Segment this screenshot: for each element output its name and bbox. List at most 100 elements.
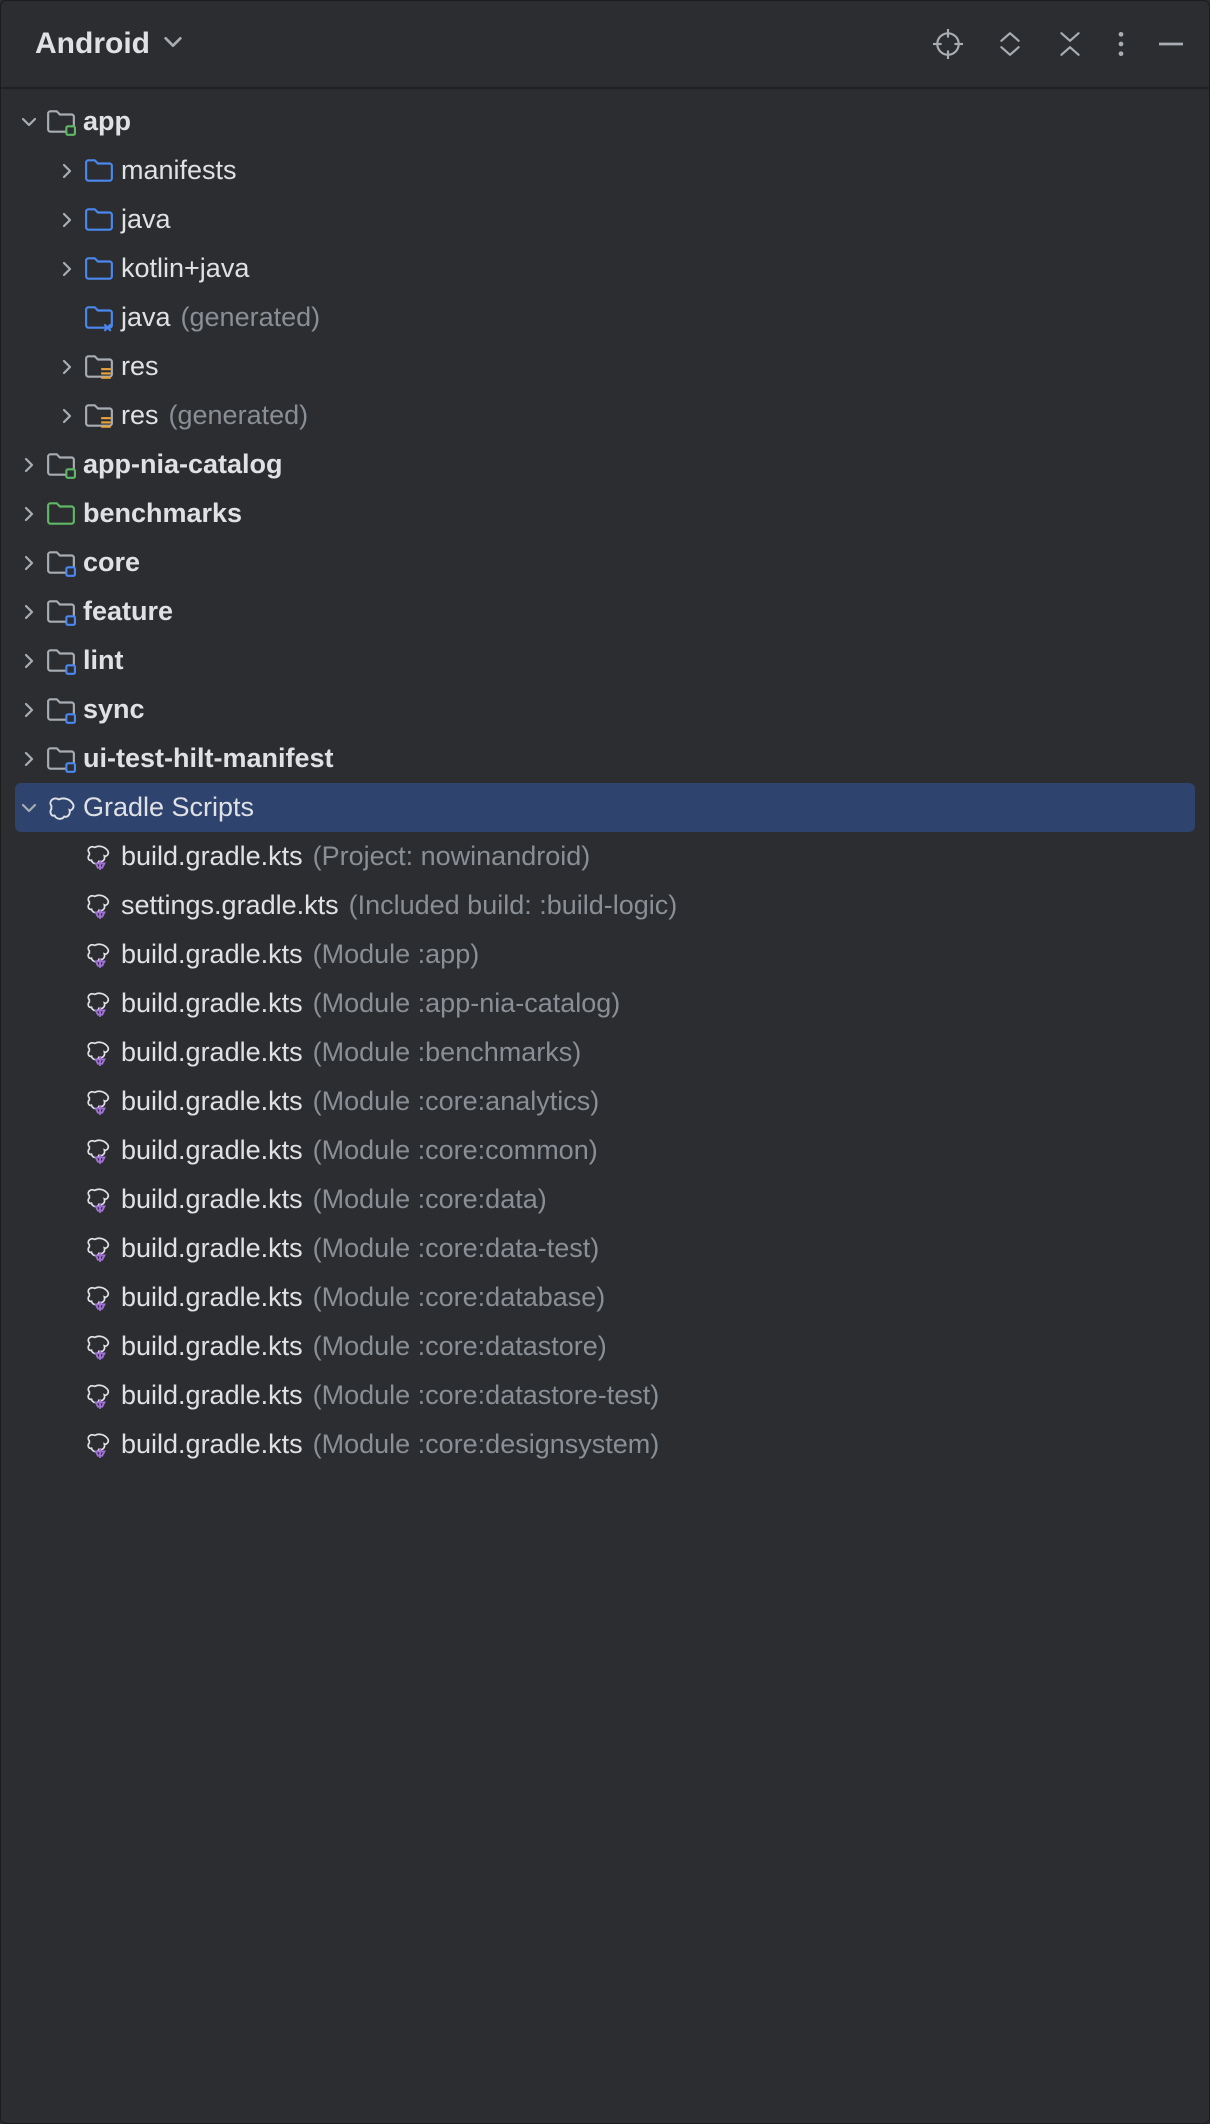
panel-header: Android xyxy=(1,1,1209,89)
tree-item-suffix: (Module :core:analytics) xyxy=(313,1086,600,1117)
tree-item-label: settings.gradle.kts xyxy=(121,890,339,921)
folder-gen-icon xyxy=(81,303,117,333)
expand-all-icon[interactable] xyxy=(997,30,1023,58)
expand-arrow-icon[interactable] xyxy=(53,407,81,425)
module-group-icon xyxy=(43,695,79,725)
tree-item-label: lint xyxy=(83,645,124,676)
tree-item[interactable]: build.gradle.kts (Module :core:designsyst… xyxy=(1,1420,1209,1469)
collapse-all-icon[interactable] xyxy=(1057,30,1083,58)
tree-item[interactable]: java(generated) xyxy=(1,293,1209,342)
tree-item[interactable]: build.gradle.kts(Module :core:data) xyxy=(1,1175,1209,1224)
chevron-down-icon xyxy=(162,31,184,58)
tree-item-label: benchmarks xyxy=(83,498,242,529)
tree-item[interactable]: build.gradle.kts(Module :core:database) xyxy=(1,1273,1209,1322)
gradle-file-icon xyxy=(81,1136,117,1166)
tree-item[interactable]: build.gradle.kts (Module :core:analytics) xyxy=(1,1077,1209,1126)
tree-item-label: app-nia-catalog xyxy=(83,449,283,480)
expand-arrow-icon[interactable] xyxy=(15,603,43,621)
tree-item[interactable]: feature xyxy=(1,587,1209,636)
tree-item[interactable]: build.gradle.kts (Project: nowinandroid) xyxy=(1,832,1209,881)
module-group-icon xyxy=(43,744,79,774)
tree-item[interactable]: build.gradle.kts(Module :app-nia-catalog… xyxy=(1,979,1209,1028)
view-selector[interactable]: Android xyxy=(35,27,184,61)
expand-arrow-icon[interactable] xyxy=(53,162,81,180)
tree-item-label: build.gradle.kts xyxy=(121,939,303,970)
expand-arrow-icon[interactable] xyxy=(53,211,81,229)
tree-item[interactable]: manifests xyxy=(1,146,1209,195)
gradle-file-icon xyxy=(81,1038,117,1068)
expand-arrow-icon[interactable] xyxy=(53,260,81,278)
gradle-file-icon xyxy=(81,1234,117,1264)
gradle-file-icon xyxy=(81,1430,117,1460)
tree-item[interactable]: java xyxy=(1,195,1209,244)
tree-item-label: app xyxy=(83,106,131,137)
tree-item[interactable]: res(generated) xyxy=(1,391,1209,440)
folder-green-icon xyxy=(43,499,79,529)
tree-item[interactable]: settings.gradle.kts(Included build: :bui… xyxy=(1,881,1209,930)
expand-arrow-icon[interactable] xyxy=(15,505,43,523)
gradle-file-icon xyxy=(81,1381,117,1411)
panel-actions xyxy=(933,29,1183,59)
tree-item[interactable]: app xyxy=(1,97,1209,146)
tree-item-suffix: (Module :app-nia-catalog) xyxy=(313,988,621,1019)
gradle-file-icon xyxy=(81,842,117,872)
tree-item-label: build.gradle.kts xyxy=(121,841,303,872)
tree-item[interactable]: kotlin+java xyxy=(1,244,1209,293)
tree-item-label: build.gradle.kts xyxy=(121,1135,303,1166)
module-group-icon xyxy=(43,548,79,578)
expand-arrow-icon[interactable] xyxy=(53,358,81,376)
tree-item[interactable]: Gradle Scripts xyxy=(15,783,1195,832)
gradle-file-icon xyxy=(81,1332,117,1362)
select-opened-file-icon[interactable] xyxy=(933,29,963,59)
tree-item-label: res xyxy=(121,400,159,431)
folder-res-icon xyxy=(81,401,117,431)
tree-item-suffix: (Module :app) xyxy=(313,939,480,970)
tree-item-suffix: (Module :core:data-test) xyxy=(313,1233,600,1264)
module-icon xyxy=(43,107,79,137)
module-group-icon xyxy=(43,597,79,627)
tree-item[interactable]: lint xyxy=(1,636,1209,685)
tree-item-label: build.gradle.kts xyxy=(121,1086,303,1117)
tree-item-suffix: (Module :benchmarks) xyxy=(313,1037,582,1068)
gradle-file-icon xyxy=(81,940,117,970)
tree-item-label: build.gradle.kts xyxy=(121,1233,303,1264)
tree-item[interactable]: build.gradle.kts(Module :core:datastore-… xyxy=(1,1371,1209,1420)
tree-item-suffix: (Project: nowinandroid) xyxy=(313,841,591,872)
tree-item[interactable]: core xyxy=(1,538,1209,587)
tree-item-label: java xyxy=(121,302,171,333)
collapse-arrow-icon[interactable] xyxy=(15,799,43,817)
tree-item[interactable]: build.gradle.kts (Module :core:data-test) xyxy=(1,1224,1209,1273)
tree-item-label: build.gradle.kts xyxy=(121,1037,303,1068)
minimize-icon[interactable] xyxy=(1159,41,1183,47)
tree-item-label: build.gradle.kts xyxy=(121,1380,303,1411)
tree-item-label: kotlin+java xyxy=(121,253,249,284)
gradle-file-icon xyxy=(81,891,117,921)
folder-icon xyxy=(81,254,117,284)
expand-arrow-icon[interactable] xyxy=(15,652,43,670)
tree-item[interactable]: build.gradle.kts (Module :app) xyxy=(1,930,1209,979)
tree-item-suffix: (Module :core:designsystem) xyxy=(313,1429,660,1460)
tree-item[interactable]: app-nia-catalog xyxy=(1,440,1209,489)
tree-item[interactable]: res xyxy=(1,342,1209,391)
tree-item[interactable]: benchmarks xyxy=(1,489,1209,538)
tree-item-label: build.gradle.kts xyxy=(121,1331,303,1362)
tree-item[interactable]: build.gradle.kts(Module :core:common) xyxy=(1,1126,1209,1175)
folder-icon xyxy=(81,205,117,235)
expand-arrow-icon[interactable] xyxy=(15,701,43,719)
tree-item[interactable]: build.gradle.kts (Module :benchmarks) xyxy=(1,1028,1209,1077)
tree-item-label: build.gradle.kts xyxy=(121,1282,303,1313)
tree-item[interactable]: build.gradle.kts(Module :core:datastore) xyxy=(1,1322,1209,1371)
options-icon[interactable] xyxy=(1117,30,1125,58)
tree-item[interactable]: sync xyxy=(1,685,1209,734)
expand-arrow-icon[interactable] xyxy=(15,554,43,572)
tree-item[interactable]: ui-test-hilt-manifest xyxy=(1,734,1209,783)
gradle-file-icon xyxy=(81,1185,117,1215)
collapse-arrow-icon[interactable] xyxy=(15,113,43,131)
tree-item-label: sync xyxy=(83,694,145,725)
tree-item-label: build.gradle.kts xyxy=(121,1429,303,1460)
expand-arrow-icon[interactable] xyxy=(15,456,43,474)
module-group-icon xyxy=(43,646,79,676)
expand-arrow-icon[interactable] xyxy=(15,750,43,768)
tree-item-label: Gradle Scripts xyxy=(83,792,254,823)
tree-item-label: build.gradle.kts xyxy=(121,1184,303,1215)
